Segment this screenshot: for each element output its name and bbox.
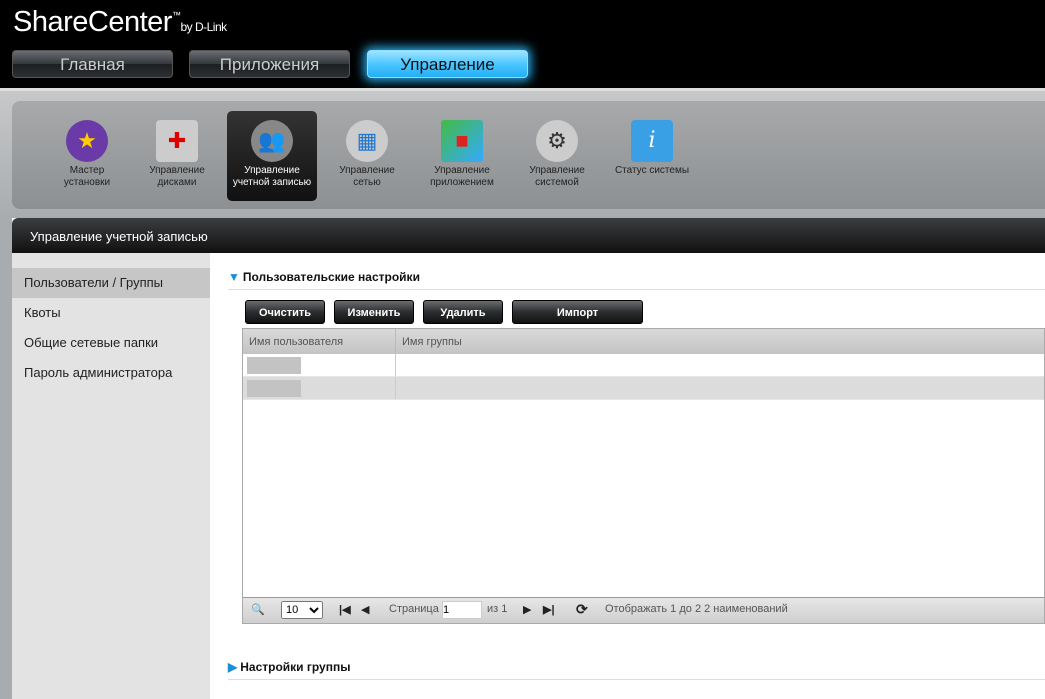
- collapse-icon: ▼: [228, 270, 240, 284]
- nav-applications[interactable]: Приложения: [189, 50, 350, 78]
- sidebar: Пользователи / Группы Квоты Общие сетевы…: [12, 253, 210, 699]
- nav-home[interactable]: Главная: [12, 50, 173, 78]
- page-label: Страница: [389, 603, 439, 615]
- edit-button[interactable]: Изменить: [334, 300, 414, 324]
- tool-label: Управление: [529, 165, 585, 176]
- logo-by: by D-Link: [180, 20, 227, 34]
- group-settings-section[interactable]: ▶ Настройки группы: [228, 660, 1045, 680]
- tool-label: приложением: [430, 177, 494, 188]
- tool-label: Управление: [434, 165, 490, 176]
- table-header: Имя пользователя Имя группы: [243, 329, 1044, 354]
- next-page-icon[interactable]: ▶: [523, 603, 531, 616]
- pager-summary: Отображать 1 до 2 2 наименований: [605, 603, 788, 615]
- apps-icon: ■: [441, 120, 483, 162]
- left-gutter: [0, 218, 12, 699]
- tool-label: Управление: [339, 165, 395, 176]
- tool-bar: ★ Мастер установки ✚ Управление дисками 👥 Упр…: [0, 91, 1045, 218]
- tool-system-status[interactable]: i Статус системы: [607, 111, 697, 201]
- tool-setup-wizard[interactable]: ★ Мастер установки: [42, 111, 132, 201]
- import-button[interactable]: Импорт: [512, 300, 643, 324]
- sidebar-item-users-groups[interactable]: Пользователи / Группы: [12, 268, 210, 298]
- refresh-icon[interactable]: ⟳: [576, 601, 588, 618]
- users-icon: 👥: [251, 120, 293, 162]
- tool-label: учетной записью: [232, 177, 312, 188]
- last-page-icon[interactable]: ▶|: [543, 603, 555, 616]
- sidebar-item-admin-password[interactable]: Пароль администратора: [12, 358, 210, 388]
- tool-disk-management[interactable]: ✚ Управление дисками: [132, 111, 222, 201]
- sharecenter-logo: ShareCenter™by D-Link: [13, 6, 227, 39]
- tool-label: Управление: [244, 165, 300, 176]
- page-input[interactable]: [442, 601, 482, 619]
- delete-button[interactable]: Удалить: [423, 300, 503, 324]
- logo-text: ShareCenter: [13, 6, 172, 38]
- logo-tm: ™: [171, 10, 181, 20]
- info-icon: i: [631, 120, 673, 162]
- sidebar-item-network-shares[interactable]: Общие сетевые папки: [12, 328, 210, 358]
- user-settings-section[interactable]: ▼ Пользовательские настройки: [228, 270, 1045, 290]
- tool-system-management[interactable]: ⚙ Управление системой: [512, 111, 602, 201]
- disk-icon: ✚: [156, 120, 198, 162]
- table-row[interactable]: [243, 377, 1044, 400]
- tool-label: Статус системы: [614, 165, 690, 176]
- nav-management[interactable]: Управление: [367, 50, 528, 78]
- search-icon[interactable]: 🔍: [251, 603, 265, 616]
- tool-label: системой: [535, 177, 579, 188]
- page-size-select[interactable]: 10: [281, 601, 323, 619]
- tool-network-management[interactable]: ▦ Управление сетью: [322, 111, 412, 201]
- tool-label: Управление: [149, 165, 205, 176]
- first-page-icon[interactable]: |◀: [339, 603, 351, 616]
- system-icon: ⚙: [536, 120, 578, 162]
- network-icon: ▦: [346, 120, 388, 162]
- section-title: Пользовательские настройки: [242, 270, 420, 284]
- tool-label: дисками: [157, 177, 197, 188]
- top-header: ShareCenter™by D-Link Главная Приложения…: [0, 0, 1045, 88]
- wizard-icon: ★: [66, 120, 108, 162]
- users-table: Имя пользователя Имя группы 🔍 10 |◀ ◀ Ст…: [242, 328, 1045, 624]
- column-group[interactable]: Имя группы: [396, 329, 1044, 354]
- tool-label: Мастер: [69, 165, 105, 176]
- column-username[interactable]: Имя пользователя: [243, 329, 396, 354]
- tool-app-management[interactable]: ■ Управление приложением: [417, 111, 507, 201]
- redacted-username: [247, 357, 301, 374]
- sidebar-item-quotas[interactable]: Квоты: [12, 298, 210, 328]
- table-row[interactable]: [243, 354, 1044, 377]
- expand-icon: ▶: [228, 660, 238, 674]
- tool-label: сетью: [353, 177, 381, 188]
- clear-button[interactable]: Очистить: [245, 300, 325, 324]
- tool-account-management[interactable]: 👥 Управление учетной записью: [227, 111, 317, 201]
- panel-title: Управление учетной записью: [12, 218, 1045, 253]
- tool-label: установки: [63, 177, 111, 188]
- redacted-username: [247, 380, 301, 397]
- prev-page-icon[interactable]: ◀: [361, 603, 369, 616]
- pager: 🔍 10 |◀ ◀ Страница из 1 ▶ ▶| ⟳ Отображат…: [243, 597, 1044, 623]
- page-total: из 1: [487, 603, 508, 615]
- section-title: Настройки группы: [240, 660, 351, 674]
